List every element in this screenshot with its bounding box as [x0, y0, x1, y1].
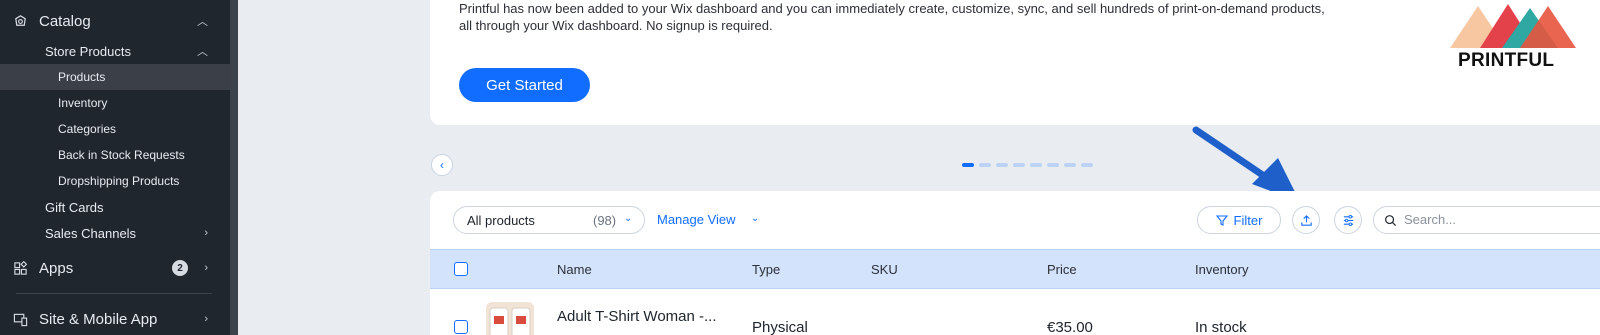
view-selector[interactable]: All products (98) ⌄	[453, 206, 645, 234]
select-all-checkbox[interactable]	[454, 262, 468, 276]
filter-label: Filter	[1233, 212, 1263, 228]
table-header	[430, 249, 1600, 289]
column-header-price[interactable]: Price	[1047, 262, 1077, 277]
carousel-dot[interactable]	[1013, 163, 1025, 167]
chevron-up-icon: ︿	[197, 46, 208, 58]
sidebar-item-gift-cards[interactable]: Gift Cards	[0, 196, 230, 218]
sidebar: Catalog ︿ Store Products ︿ Products Inve…	[0, 0, 230, 335]
export-button[interactable]	[1292, 206, 1320, 234]
carousel-pagination	[962, 163, 1093, 167]
sidebar-item-label: Dropshipping Products	[58, 174, 180, 188]
chevron-down-icon: ⌄	[751, 213, 760, 224]
search-input[interactable]	[1404, 212, 1594, 227]
apps-icon	[12, 260, 28, 276]
view-label: All products	[467, 213, 535, 228]
chevron-right-icon: ›	[204, 313, 208, 325]
carousel-dot[interactable]	[979, 163, 991, 167]
sidebar-item-site-mobile[interactable]: Site & Mobile App ›	[0, 306, 230, 332]
manage-view-link[interactable]: Manage View	[657, 212, 736, 227]
sidebar-item-catalog[interactable]: Catalog ︿	[0, 8, 230, 34]
column-header-inventory[interactable]: Inventory	[1195, 262, 1248, 277]
filter-icon	[1215, 215, 1228, 226]
sidebar-item-dropshipping[interactable]: Dropshipping Products	[0, 170, 230, 192]
sidebar-item-label: Gift Cards	[45, 199, 104, 215]
sidebar-item-label: Back in Stock Requests	[58, 148, 185, 162]
search-icon	[1385, 215, 1397, 227]
product-price: €35.00	[1047, 319, 1093, 335]
carousel-dot[interactable]	[1064, 163, 1076, 167]
carousel-dot[interactable]	[996, 163, 1008, 167]
sidebar-item-sales-channels[interactable]: Sales Channels ›	[0, 222, 230, 244]
banner-description: Printful has now been added to your Wix …	[459, 1, 1325, 33]
product-inventory: In stock	[1195, 319, 1247, 335]
chevron-up-icon: ︿	[197, 16, 208, 28]
sidebar-item-label: Catalog	[39, 12, 91, 30]
sidebar-divider	[16, 293, 212, 294]
export-icon	[1300, 214, 1312, 226]
sidebar-item-label: Site & Mobile App	[39, 310, 158, 328]
row-checkbox[interactable]	[454, 320, 468, 334]
sidebar-item-store-products[interactable]: Store Products ︿	[0, 40, 230, 62]
sidebar-item-label: Categories	[58, 122, 117, 136]
product-type: Physical	[752, 319, 808, 335]
sidebar-scrollbar[interactable]	[230, 0, 238, 335]
site-mobile-icon	[12, 311, 28, 327]
product-thumbnail[interactable]	[486, 302, 534, 335]
customize-columns-button[interactable]	[1334, 206, 1362, 234]
column-header-type[interactable]: Type	[752, 262, 780, 277]
filter-button[interactable]: Filter	[1197, 206, 1281, 234]
sidebar-item-categories[interactable]: Categories	[0, 118, 230, 140]
chevron-right-icon: ›	[204, 262, 208, 274]
carousel-dot[interactable]	[1030, 163, 1042, 167]
chevron-left-icon: ‹	[440, 158, 444, 172]
get-started-button[interactable]: Get Started	[459, 68, 590, 102]
sidebar-item-label: Store Products	[45, 43, 131, 59]
apps-count-badge: 2	[172, 260, 188, 276]
catalog-icon	[12, 13, 28, 29]
sidebar-item-label: Products	[58, 70, 106, 84]
sliders-icon	[1343, 214, 1353, 226]
carousel-dot[interactable]	[1047, 163, 1059, 167]
column-header-name[interactable]: Name	[557, 262, 592, 277]
sidebar-item-inventory[interactable]: Inventory	[0, 92, 230, 114]
carousel-prev-button[interactable]: ‹	[431, 154, 453, 176]
sidebar-item-label: Inventory	[58, 96, 108, 110]
sidebar-item-products[interactable]: Products	[0, 64, 230, 90]
chevron-down-icon: ⌄	[624, 213, 633, 224]
sidebar-item-apps[interactable]: Apps 2 ›	[0, 255, 230, 281]
carousel-dot[interactable]	[962, 163, 974, 167]
chevron-right-icon: ›	[204, 227, 208, 239]
sidebar-item-label: Sales Channels	[45, 225, 137, 241]
view-count: (98)	[593, 213, 617, 228]
search-field[interactable]	[1373, 206, 1600, 234]
carousel-dot[interactable]	[1081, 163, 1093, 167]
sidebar-item-label: Apps	[39, 259, 74, 277]
product-name[interactable]: Adult T-Shirt Woman -...	[557, 308, 717, 325]
column-header-sku[interactable]: SKU	[871, 262, 898, 277]
printful-logo-text: PRINTFUL	[1458, 50, 1555, 71]
sidebar-item-back-in-stock[interactable]: Back in Stock Requests	[0, 144, 230, 166]
